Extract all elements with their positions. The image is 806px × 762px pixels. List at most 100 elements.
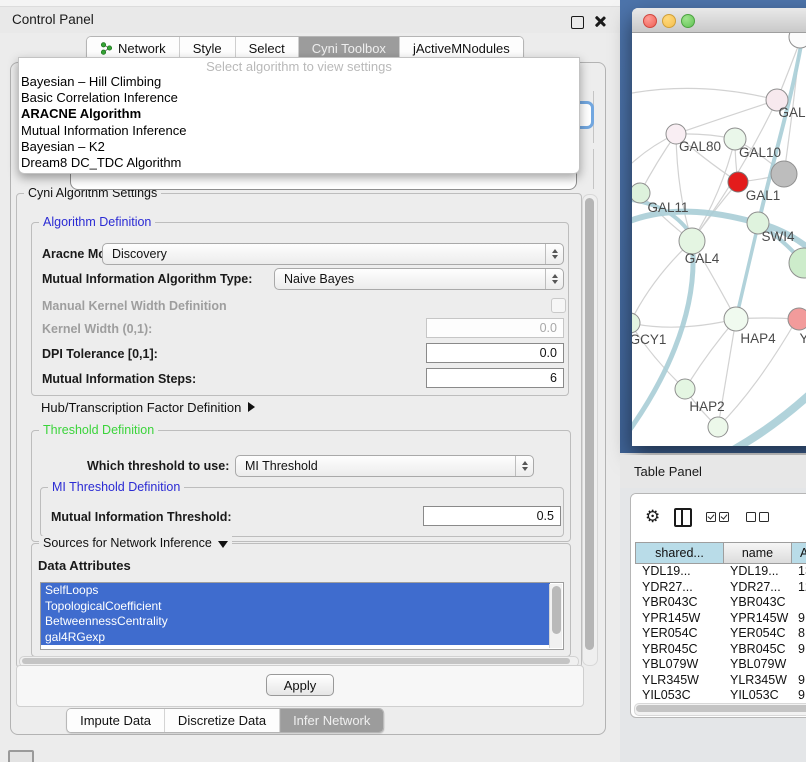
table-cell: YER054C (635, 626, 723, 642)
tab-discretize-data[interactable]: Discretize Data (165, 709, 280, 732)
sources-title: Sources for Network Inference (43, 536, 212, 550)
manual-kernel-label: Manual Kernel Width Definition (42, 299, 227, 313)
aracne-mode-combo[interactable]: Discovery (102, 243, 564, 265)
network-window-titlebar[interactable] (632, 8, 806, 33)
which-threshold-combo[interactable]: MI Threshold (235, 455, 534, 477)
column-header-1[interactable]: name (723, 542, 791, 564)
tab-label: Infer Network (293, 709, 370, 732)
scrollbar-thumb[interactable] (552, 586, 561, 634)
node[interactable] (789, 33, 806, 48)
node-gray[interactable] (771, 161, 797, 187)
table-cell: 9. (791, 642, 806, 658)
table-row[interactable]: YBR043CYBR043C (635, 595, 806, 611)
dropdown-item-mutual-information-inference[interactable]: Mutual Information Inference (19, 123, 579, 139)
table-row[interactable]: YBR045CYBR045C9. (635, 642, 806, 658)
node-hap4[interactable] (724, 307, 748, 331)
table-row[interactable]: YBL079WYBL079W (635, 657, 806, 673)
control-panel-title: Control Panel (12, 12, 94, 27)
kernel-width-label: Kernel Width (0,1): (42, 322, 152, 336)
dropdown-item-bayesian-k2[interactable]: Bayesian – K2 (19, 139, 579, 155)
table-cell: YDL19... (635, 564, 723, 580)
table-cell: YLR345W (723, 673, 791, 689)
attribute-item-selfloops[interactable]: SelfLoops (41, 583, 550, 599)
tab-impute-data[interactable]: Impute Data (67, 709, 165, 732)
mi-steps-field[interactable]: 6 (426, 368, 564, 388)
node[interactable] (708, 417, 728, 437)
settings-vertical-scrollbar[interactable] (582, 194, 598, 666)
table-panel-title: Table Panel (634, 464, 702, 479)
table-row[interactable]: YER054CYER054C8. (635, 626, 806, 642)
table-row[interactable]: YIL053CYIL053C9 (635, 688, 806, 702)
sources-group: Sources for Network Inference Data Attri… (31, 543, 571, 657)
node-label-gal1: GAL1 (746, 188, 781, 203)
table-cell: YBR043C (723, 595, 791, 611)
column-selector-icon[interactable] (674, 508, 692, 527)
mac-close-icon[interactable] (643, 14, 657, 28)
node-label-gal11: GAL11 (647, 200, 688, 215)
mi-steps-label: Mutual Information Steps: (42, 372, 196, 386)
minimized-panel-icon[interactable] (8, 750, 34, 762)
attribute-item-topologicalcoefficient[interactable]: TopologicalCoefficient (41, 599, 550, 615)
kernel-width-field[interactable]: 0.0 (426, 318, 564, 338)
scrollbar-thumb[interactable] (22, 658, 570, 664)
node-gcy1[interactable] (632, 313, 640, 333)
node-label-hap4: HAP4 (740, 331, 776, 346)
mi-algorithm-type-combo[interactable]: Naive Bayes (274, 268, 564, 290)
deselect-all-rows-icon[interactable] (746, 512, 772, 522)
table-body: YDL19...YDL19...13YDR27...YDR27...12YBR0… (635, 564, 806, 702)
scrollbar-thumb[interactable] (636, 705, 806, 712)
node-hap2[interactable] (675, 379, 695, 399)
node-salmon[interactable] (788, 308, 806, 330)
stepper-icon (545, 244, 563, 264)
table-cell: YDR27... (723, 580, 791, 596)
attribute-item-gal4rgexp[interactable]: gal4RGexp (41, 630, 550, 646)
table-row[interactable]: YPR145WYPR145W9. (635, 611, 806, 627)
table-row[interactable]: YLR345WYLR345W9. (635, 673, 806, 689)
network-node-labels: GAL80GAL10GAL1GAL11SWI4GAL4GCY1HAP4HAP2G… (632, 105, 806, 414)
stepper-icon (545, 269, 563, 289)
tab-label: Impute Data (80, 709, 151, 732)
hub-tf-definition-toggle[interactable]: Hub/Transcription Factor Definition (41, 400, 255, 415)
table-horizontal-scrollbar[interactable] (634, 703, 806, 716)
manual-kernel-checkbox[interactable] (551, 298, 566, 313)
dpi-tolerance-field[interactable]: 0.0 (426, 343, 564, 363)
algorithm-definition-group: Algorithm Definition Aracne Mode: Discov… (31, 222, 569, 396)
table-cell: YER054C (723, 626, 791, 642)
column-header-0[interactable]: shared... (635, 542, 723, 564)
threshold-definition-group: Threshold Definition Which threshold to … (31, 430, 571, 542)
table-cell: YLR345W (635, 673, 723, 689)
dropdown-item-bayesian-hill-climbing[interactable]: Bayesian – Hill Climbing (19, 74, 579, 90)
tab-infer-network[interactable]: Infer Network (280, 709, 383, 732)
dropdown-item-aracne-algorithm[interactable]: ARACNE Algorithm (19, 106, 579, 122)
apply-button[interactable]: Apply (266, 674, 334, 696)
float-window-icon[interactable] (571, 16, 584, 29)
select-all-rows-icon[interactable] (706, 512, 732, 522)
mac-minimize-icon[interactable] (662, 14, 676, 28)
network-graph[interactable]: GAL80GAL10GAL1GAL11SWI4GAL4GCY1HAP4HAP2G… (632, 33, 806, 446)
collapsed-arrow-icon (248, 402, 255, 412)
network-canvas[interactable]: GAL80GAL10GAL1GAL11SWI4GAL4GCY1HAP4HAP2G… (632, 33, 806, 446)
column-header-2[interactable]: A (791, 542, 806, 564)
data-attributes-list[interactable]: SelfLoopsTopologicalCoefficientBetweenne… (40, 582, 564, 650)
sources-toggle[interactable]: Sources for Network Inference (39, 536, 232, 550)
attribute-item-betweennesscentrality[interactable]: BetweennessCentrality (41, 614, 550, 630)
table-row[interactable]: YDR27...YDR27...12 (635, 580, 806, 596)
mi-threshold-field[interactable]: 0.5 (423, 506, 561, 526)
dpi-tolerance-label: DPI Tolerance [0,1]: (42, 347, 158, 361)
table-row[interactable]: YDL19...YDL19...13 (635, 564, 806, 580)
close-icon[interactable] (593, 15, 606, 28)
table-cell: YIL053C (635, 688, 723, 702)
table-panel-titlebar: Table Panel (620, 455, 806, 489)
table-cell: 13 (791, 564, 806, 580)
table-cell: YBR043C (635, 595, 723, 611)
list-vertical-scrollbar[interactable] (549, 584, 562, 648)
algorithm-dropdown[interactable]: Select algorithm to view settings Bayesi… (18, 57, 580, 174)
apply-row: Apply (16, 665, 584, 707)
table-settings-gear-icon[interactable]: ⚙ (645, 509, 660, 526)
mac-zoom-icon[interactable] (681, 14, 695, 28)
node-label-gcy1: GCY1 (632, 332, 666, 347)
dropdown-item-dream8-dc-tdc-algorithm[interactable]: Dream8 DC_TDC Algorithm (19, 155, 579, 171)
dropdown-item-basic-correlation-inference[interactable]: Basic Correlation Inference (19, 90, 579, 106)
scrollbar-thumb[interactable] (585, 198, 594, 650)
table-cell: YDR27... (635, 580, 723, 596)
